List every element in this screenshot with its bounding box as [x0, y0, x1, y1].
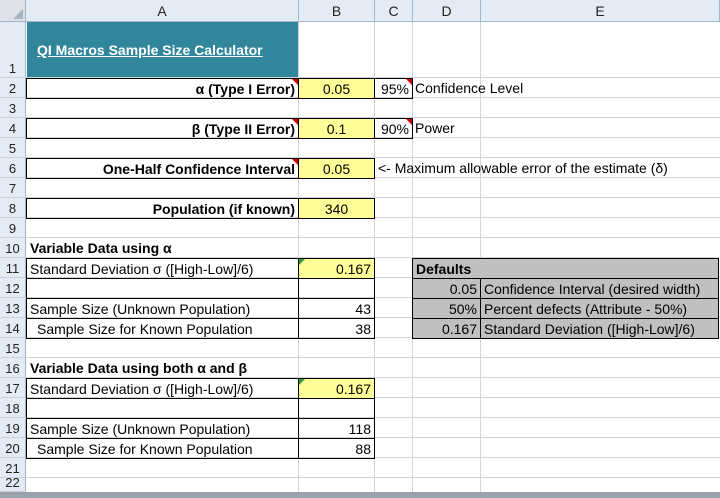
row-header-20[interactable]: 20 — [0, 438, 26, 458]
row-header-17[interactable]: 17 — [0, 378, 26, 398]
row-header-1[interactable]: 1 — [0, 22, 26, 78]
sample-unknown-value-alpha[interactable]: 43 — [298, 298, 375, 319]
spreadsheet: A B C D E 1 2 3 4 5 6 7 8 9 10 11 12 13 … — [0, 0, 720, 498]
row-header-8[interactable]: 8 — [0, 198, 26, 218]
row-header-15[interactable]: 15 — [0, 338, 26, 358]
default-ci-desc[interactable]: Confidence Interval (desired width) — [480, 278, 719, 299]
row-header-18[interactable]: 18 — [0, 398, 26, 418]
std-dev-label-both[interactable]: Standard Deviation σ ([High-Low]/6) — [26, 378, 299, 399]
select-all-corner[interactable] — [0, 0, 26, 22]
title-cell[interactable]: QI Macros Sample Size Calculator — [27, 22, 298, 77]
row-header-14[interactable]: 14 — [0, 318, 26, 338]
column-header-d[interactable]: D — [413, 0, 481, 22]
alpha-label-cell[interactable]: α (Type I Error) — [26, 78, 299, 99]
sample-unknown-label-alpha[interactable]: Sample Size (Unknown Population) — [26, 298, 299, 319]
error-indicator-icon — [299, 259, 305, 265]
gridline-horizontal — [26, 477, 720, 478]
defaults-heading[interactable]: Defaults — [412, 258, 719, 279]
sample-unknown-label-both[interactable]: Sample Size (Unknown Population) — [26, 418, 299, 439]
std-dev-value-both[interactable]: 0.167 — [298, 378, 375, 399]
row-header-3[interactable]: 3 — [0, 98, 26, 118]
half-ci-label-cell[interactable]: One-Half Confidence Interval — [26, 158, 299, 179]
beta-label-cell[interactable]: β (Type II Error) — [26, 118, 299, 139]
half-ci-value-cell[interactable]: 0.05 — [298, 158, 375, 179]
sample-known-label-alpha[interactable]: Sample Size for Known Population — [26, 318, 299, 339]
default-std-desc[interactable]: Standard Deviation ([High-Low]/6) — [480, 318, 719, 339]
comment-indicator-icon — [406, 79, 412, 85]
sample-known-value-both[interactable]: 88 — [298, 438, 375, 459]
sample-unknown-value-both[interactable]: 118 — [298, 418, 375, 439]
row-header-16[interactable]: 16 — [0, 358, 26, 378]
column-header-e[interactable]: E — [481, 0, 720, 22]
std-dev-label-alpha[interactable]: Standard Deviation σ ([High-Low]/6) — [26, 258, 299, 279]
column-header-a[interactable]: A — [26, 0, 299, 22]
population-value-cell[interactable]: 340 — [298, 198, 375, 219]
select-all-triangle-icon — [13, 9, 23, 19]
empty-cell[interactable] — [298, 398, 375, 419]
error-indicator-icon — [299, 379, 305, 385]
column-header-c[interactable]: C — [375, 0, 413, 22]
row-header-9[interactable]: 9 — [0, 218, 26, 238]
max-error-note: <- Maximum allowable error of the estima… — [378, 160, 668, 176]
row-header-2[interactable]: 2 — [0, 78, 26, 98]
alpha-value-cell[interactable]: 0.05 — [298, 78, 375, 99]
sample-known-label-both[interactable]: Sample Size for Known Population — [26, 438, 299, 459]
row-header-19[interactable]: 19 — [0, 418, 26, 438]
population-label-cell[interactable]: Population (if known) — [26, 198, 299, 219]
sample-known-value-alpha[interactable]: 38 — [298, 318, 375, 339]
calculator-title-link[interactable]: QI Macros Sample Size Calculator — [37, 42, 263, 58]
row-header-22[interactable]: 22 — [0, 475, 26, 492]
empty-cell[interactable] — [298, 278, 375, 299]
default-ci-value[interactable]: 0.05 — [412, 278, 481, 299]
default-std-value[interactable]: 0.167 — [412, 318, 481, 339]
empty-cell[interactable] — [26, 398, 299, 419]
std-dev-value-alpha[interactable]: 0.167 — [298, 258, 375, 279]
default-percent-desc[interactable]: Percent defects (Attribute - 50%) — [480, 298, 719, 319]
confidence-level-label: Confidence Level — [415, 80, 524, 96]
section-heading-both: Variable Data using both α and β — [30, 360, 248, 376]
row-header-4[interactable]: 4 — [0, 118, 26, 138]
row-header-13[interactable]: 13 — [0, 298, 26, 318]
row-header-11[interactable]: 11 — [0, 258, 26, 278]
beta-value-cell[interactable]: 0.1 — [298, 118, 375, 139]
row-header-10[interactable]: 10 — [0, 238, 26, 258]
empty-cell[interactable] — [26, 278, 299, 299]
default-percent-value[interactable]: 50% — [412, 298, 481, 319]
row-header-12[interactable]: 12 — [0, 278, 26, 298]
row-header-5[interactable]: 5 — [0, 138, 26, 158]
comment-indicator-icon — [406, 119, 412, 125]
column-header-b[interactable]: B — [299, 0, 375, 22]
section-heading-alpha: Variable Data using α — [30, 240, 172, 256]
sheet-bottom-edge — [0, 492, 720, 498]
row-header-7[interactable]: 7 — [0, 178, 26, 198]
power-label: Power — [415, 120, 455, 136]
row-header-6[interactable]: 6 — [0, 158, 26, 178]
